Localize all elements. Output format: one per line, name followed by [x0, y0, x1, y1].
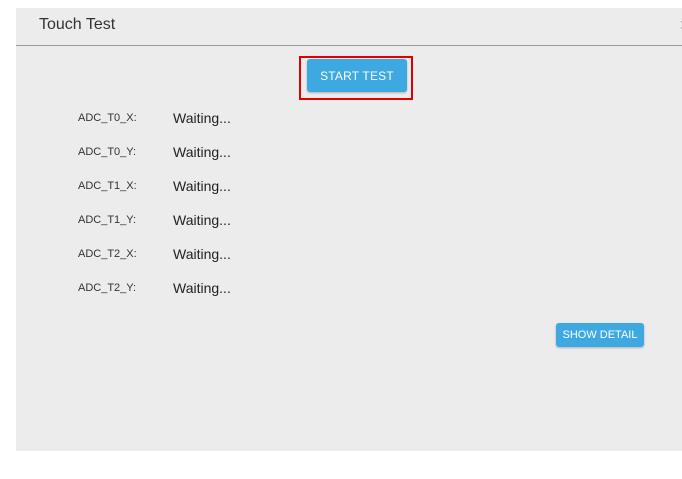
dialog-title: Touch Test: [39, 16, 116, 33]
title-bar: Touch Test ›: [16, 8, 682, 46]
reading-value: Waiting...: [173, 246, 231, 262]
show-detail-button[interactable]: SHOW DETAIL: [556, 323, 644, 347]
reading-value: Waiting...: [173, 110, 231, 126]
touch-test-dialog: Touch Test › START TEST ADC_T0_X: Waitin…: [16, 8, 682, 451]
reading-row-adc-t0-y: ADC_T0_Y: Waiting...: [16, 144, 416, 164]
reading-row-adc-t2-y: ADC_T2_Y: Waiting...: [16, 280, 416, 300]
reading-row-adc-t2-x: ADC_T2_X: Waiting...: [16, 246, 416, 266]
reading-value: Waiting...: [173, 178, 231, 194]
start-test-button[interactable]: START TEST: [307, 59, 407, 92]
reading-value: Waiting...: [173, 144, 231, 160]
reading-row-adc-t1-x: ADC_T1_X: Waiting...: [16, 178, 416, 198]
reading-label: ADC_T2_X:: [78, 248, 137, 260]
reading-row-adc-t0-x: ADC_T0_X: Waiting...: [16, 110, 416, 130]
reading-label: ADC_T0_X:: [78, 112, 137, 124]
reading-value: Waiting...: [173, 280, 231, 296]
reading-label: ADC_T0_Y:: [78, 146, 137, 158]
reading-row-adc-t1-y: ADC_T1_Y: Waiting...: [16, 212, 416, 232]
reading-label: ADC_T1_Y:: [78, 214, 137, 226]
reading-label: ADC_T1_X:: [78, 180, 137, 192]
reading-label: ADC_T2_Y:: [78, 282, 137, 294]
reading-value: Waiting...: [173, 212, 231, 228]
